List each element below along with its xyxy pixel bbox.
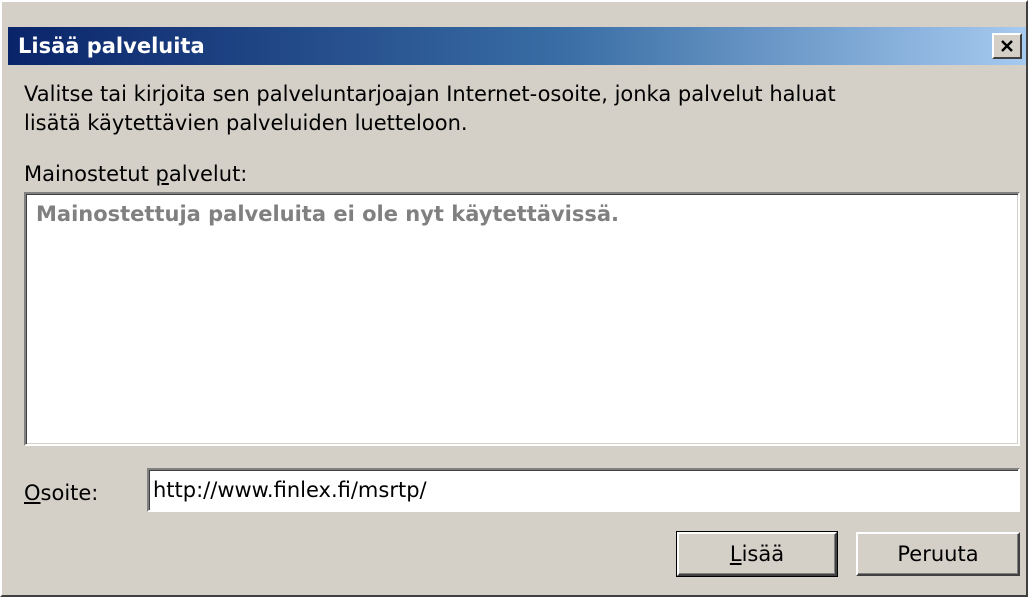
close-button[interactable] — [992, 33, 1022, 59]
dialog-title: Lisää palveluita — [18, 34, 205, 58]
advertised-services-label: Mainostetut palvelut: — [24, 162, 248, 186]
description-line: Valitse tai kirjoita sen palveluntarjoaj… — [24, 82, 836, 106]
empty-list-message: Mainostettuja palveluita ei ole nyt käyt… — [36, 202, 619, 226]
dialog-description: Valitse tai kirjoita sen palveluntarjoaj… — [24, 80, 1014, 138]
advertised-services-list[interactable]: Mainostettuja palveluita ei ole nyt käyt… — [24, 192, 1020, 446]
address-input[interactable] — [147, 468, 1020, 512]
add-services-dialog: Lisää palveluita Valitse tai kirjoita se… — [0, 0, 1028, 597]
add-button[interactable]: Lisää — [676, 531, 838, 577]
close-x-icon — [1001, 40, 1013, 52]
address-label: Osoite: — [24, 481, 99, 505]
title-bar[interactable]: Lisää palveluita — [8, 27, 1026, 65]
cancel-button[interactable]: Peruuta — [856, 532, 1020, 576]
description-line: lisätä käytettävien palveluiden luettelo… — [24, 111, 468, 135]
